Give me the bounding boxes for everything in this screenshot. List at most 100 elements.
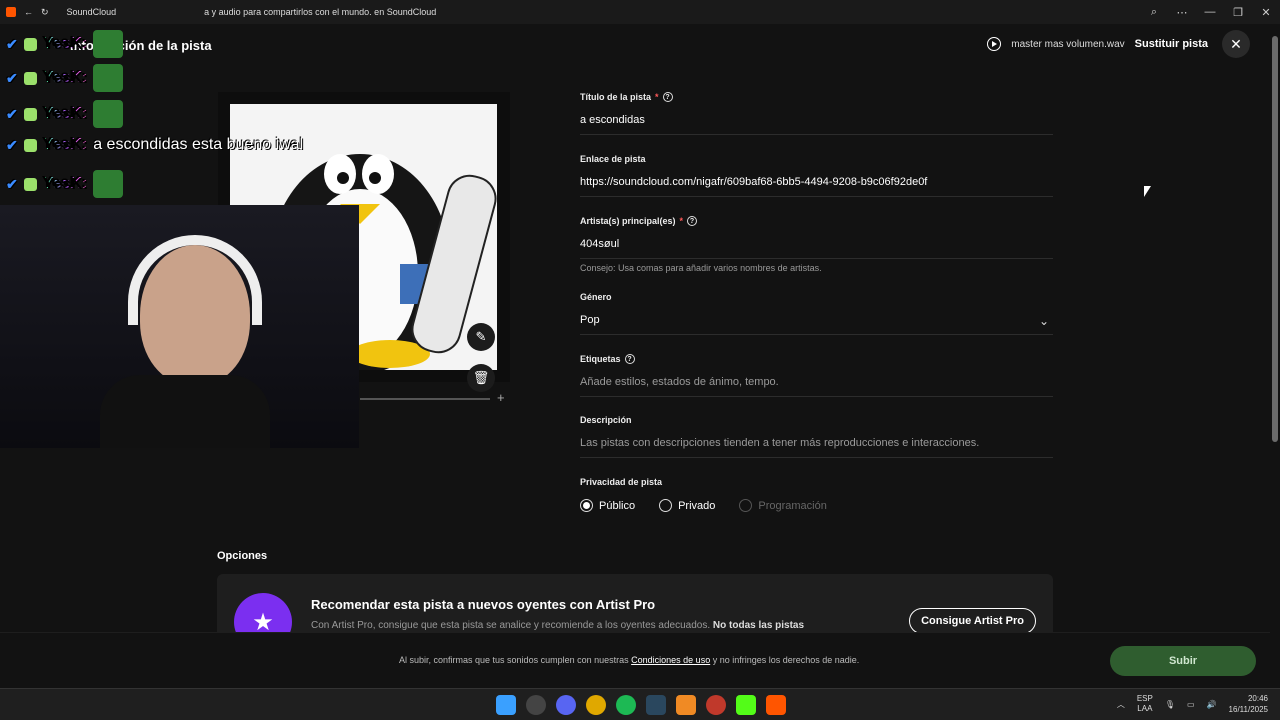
tags-input[interactable]: Añade estilos, estados de ánimo, tempo. <box>580 376 1053 397</box>
artist-input[interactable]: 404søul <box>580 238 1053 259</box>
upload-footer: Al subir, confirmas que tus sonidos cump… <box>0 632 1270 688</box>
emote-icon <box>93 30 124 58</box>
title-input[interactable]: a escondidas <box>580 114 1053 135</box>
chat-line: ✔ YesK: <box>6 100 124 128</box>
promo-title: Recomendar esta pista a nuevos oyentes c… <box>311 597 656 612</box>
app-icon <box>6 7 16 17</box>
tags-label: Etiquetas <box>580 354 621 364</box>
verified-icon: ✔ <box>6 136 18 153</box>
header-actions: master mas volumen.wav Sustituir pista ✕ <box>987 30 1250 58</box>
footer-terms: Al subir, confirmas que tus sonidos cump… <box>399 655 860 665</box>
close-icon[interactable]: ✕ <box>1222 30 1250 58</box>
privacy-label: Privacidad de pista <box>580 477 663 487</box>
upload-button[interactable]: Subir <box>1110 646 1256 676</box>
scrollbar[interactable] <box>1270 24 1280 688</box>
field-title: Título de la pista *? a escondidas <box>580 92 1053 135</box>
kick-icon[interactable] <box>736 695 756 715</box>
network-icon[interactable]: ▭ <box>1187 700 1195 709</box>
emote-icon <box>93 100 124 128</box>
clock[interactable]: 20:46 16/11/2025 <box>1229 693 1268 715</box>
artist-hint: Consejo: Usa comas para añadir varios no… <box>580 263 822 273</box>
headphones <box>128 235 262 325</box>
taskbar-apps <box>496 695 786 715</box>
help-icon[interactable]: ? <box>687 216 698 226</box>
mouse-cursor <box>1144 186 1151 197</box>
field-link: Enlace de pista https://soundcloud.com/n… <box>580 154 1053 197</box>
terms-link[interactable]: Condiciones de uso <box>631 655 710 665</box>
privacy-options: Público Privado Programación <box>580 499 1053 512</box>
minimize-icon[interactable]: — <box>1196 0 1224 24</box>
maximize-icon[interactable]: ❐ <box>1224 0 1252 24</box>
emote-icon <box>93 64 124 92</box>
chevron-up-icon[interactable]: ︿ <box>1117 699 1125 710</box>
streamer-hoodie <box>100 375 270 448</box>
artist-label: Artista(s) principal(es) <box>580 216 676 226</box>
chat-line: ✔ YesK: <box>6 30 124 58</box>
description-label: Descripción <box>580 415 632 425</box>
chat-line: ✔ YesK: a escondidas esta bueno iwal <box>6 136 304 153</box>
play-icon[interactable] <box>987 37 1002 51</box>
back-icon[interactable]: ← <box>24 7 33 17</box>
spotify-icon[interactable] <box>616 695 636 715</box>
window-close-icon[interactable]: ✕ <box>1252 0 1280 24</box>
verified-icon: ✔ <box>6 35 18 52</box>
discord-icon[interactable] <box>556 695 576 715</box>
radio-label: Programación <box>758 499 827 512</box>
emote-icon <box>93 170 124 198</box>
steam-icon[interactable] <box>646 695 666 715</box>
bot-icon <box>23 107 37 121</box>
required-mark: * <box>679 216 684 226</box>
zoom-in-icon[interactable]: + <box>497 390 505 405</box>
verified-icon: ✔ <box>6 105 18 122</box>
field-privacy: Privacidad de pista Público Privado Prog… <box>580 477 1053 512</box>
radio-public[interactable]: Público <box>580 499 635 512</box>
verified-icon: ✔ <box>6 69 18 86</box>
radio-scheduled[interactable]: Programación <box>739 499 827 512</box>
link-input[interactable]: https://soundcloud.com/nigafr/609baf68-6… <box>580 176 1053 197</box>
radio-selected-icon <box>580 499 593 512</box>
chat-overlay: ✔ YesK: ✔ YesK: ✔ YesK: ✔ YesK: a escondidas … <box>0 24 360 204</box>
fl-studio-icon[interactable] <box>676 695 696 715</box>
chrome-icon[interactable] <box>586 695 606 715</box>
genre-label: Género <box>580 292 612 302</box>
more-icon[interactable]: ⋯ <box>1168 0 1196 24</box>
microphone-icon[interactable]: 🎙 <box>1165 700 1175 709</box>
help-icon[interactable]: ? <box>624 354 635 364</box>
zoom-icon[interactable]: ⌕ <box>1140 0 1168 24</box>
genre-select[interactable]: Pop <box>580 314 1053 335</box>
browser-icon[interactable] <box>706 695 726 715</box>
get-artist-pro-button[interactable]: Consigue Artist Pro <box>909 608 1036 634</box>
edit-artwork-icon[interactable]: ✎ <box>467 323 495 351</box>
bot-icon <box>23 177 37 191</box>
help-icon[interactable]: ? <box>662 92 673 102</box>
file-name: master mas volumen.wav <box>1011 38 1125 50</box>
webcam-overlay <box>0 205 359 448</box>
field-artist: Artista(s) principal(es) *? 404søul Conse… <box>580 216 1053 273</box>
delete-artwork-icon[interactable]: 🗑 <box>467 364 495 392</box>
window-titlebar: ← ↻ SoundCloud a y audio para compartirl… <box>0 0 1280 24</box>
taskbar: ︿ ESP LAA 🎙 ▭ 🔊 20:46 16/11/2025 <box>0 688 1280 720</box>
radio-private[interactable]: Privado <box>659 499 715 512</box>
volume-icon[interactable]: 🔊 <box>1207 700 1217 709</box>
field-tags: Etiquetas? Añade estilos, estados de áni… <box>580 354 1053 397</box>
replace-track-button[interactable]: Sustituir pista <box>1135 38 1208 50</box>
radio-label: Privado <box>678 499 716 512</box>
windows-start-icon[interactable] <box>496 695 516 715</box>
obs-icon[interactable] <box>526 695 546 715</box>
chevron-down-icon[interactable]: ⌄ <box>1039 314 1049 328</box>
radio-icon <box>659 499 673 512</box>
window-title-suffix: a y audio para compartirlos con el mundo… <box>204 7 437 17</box>
soundcloud-icon[interactable] <box>766 695 786 715</box>
chat-line: ✔ YesK: <box>6 64 124 92</box>
bot-icon <box>23 71 37 85</box>
title-label: Título de la pista <box>580 92 652 102</box>
options-heading: Opciones <box>217 550 268 562</box>
radio-label: Público <box>599 499 636 512</box>
artwork-zoom-slider[interactable] <box>360 398 490 400</box>
scrollbar-thumb[interactable] <box>1272 36 1278 442</box>
field-genre: Género Pop ⌄ <box>580 292 1053 335</box>
field-description: Descripción Las pistas con descripciones… <box>580 415 1053 458</box>
description-input[interactable]: Las pistas con descripciones tienden a t… <box>580 437 1053 458</box>
reload-icon[interactable]: ↻ <box>41 7 49 18</box>
language-indicator[interactable]: ESP LAA <box>1137 694 1153 714</box>
